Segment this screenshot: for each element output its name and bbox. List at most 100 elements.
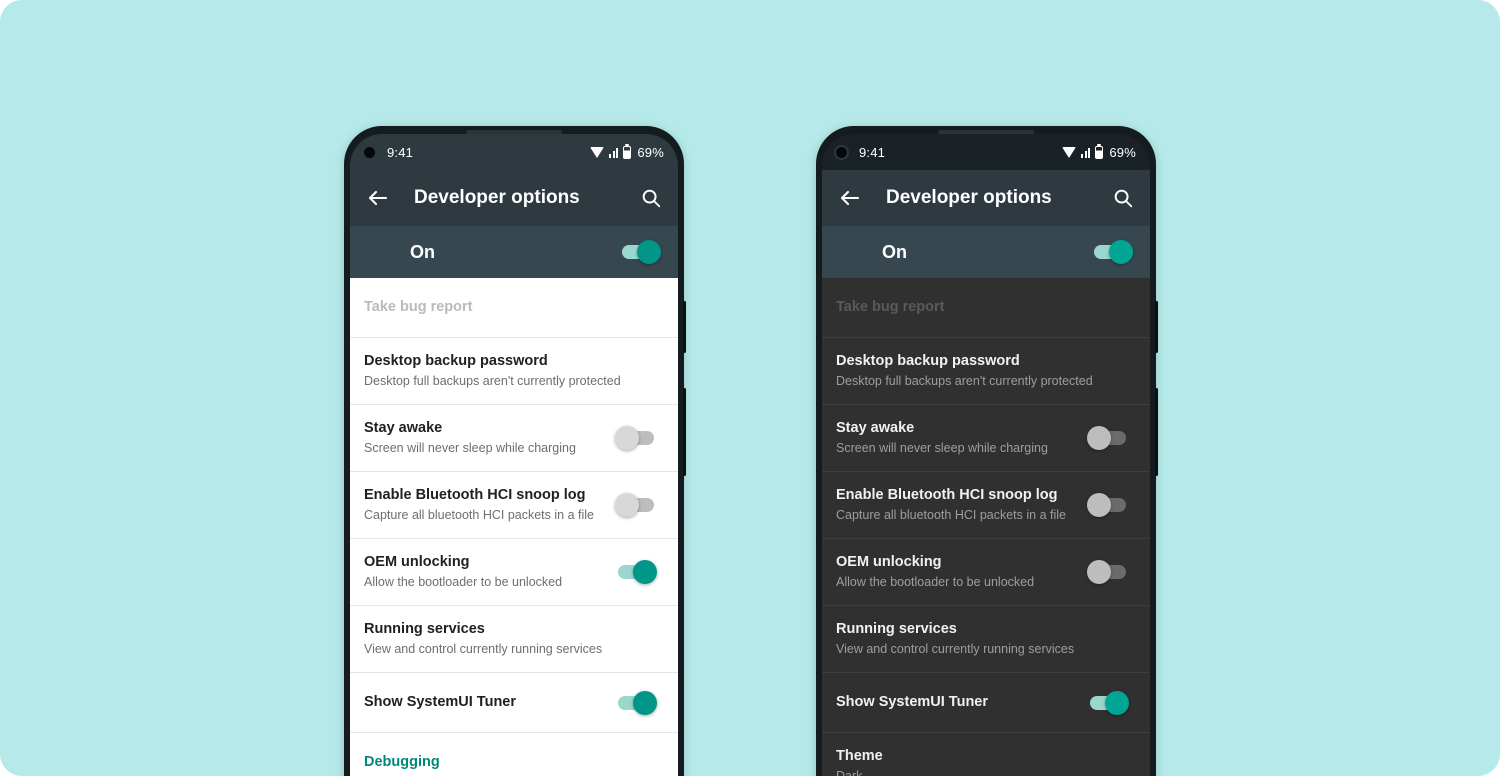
signal-icon <box>609 147 619 158</box>
list-item-subtitle: Allow the bootloader to be unlocked <box>836 574 1035 589</box>
list-item[interactable]: Show SystemUI Tuner <box>822 673 1150 734</box>
list-item-text: Desktop backup password Desktop full back… <box>836 352 1126 390</box>
search-icon[interactable] <box>1112 187 1134 209</box>
list-item-text: Running services View and control current… <box>836 620 1126 658</box>
status-bar-clock: 9:41 <box>387 144 414 160</box>
list-item-text: Enable Bluetooth HCI snoop log Capture al… <box>836 486 1078 524</box>
status-bar-icons: 69% <box>1062 145 1136 160</box>
list-item-switch[interactable] <box>618 690 657 715</box>
list-item[interactable]: Running services View and control current… <box>822 606 1150 674</box>
phone-light: 9:41 69% Developer options On Take bug repor… <box>344 126 686 776</box>
wifi-icon <box>590 146 605 158</box>
power-button[interactable] <box>1155 388 1158 476</box>
list-item-text: Stay awake Screen will never sleep while … <box>364 419 606 457</box>
list-item-subtitle: Allow the bootloader to be unlocked <box>364 574 563 589</box>
page-root: 9:41 69% Developer options On Take bug repor… <box>0 0 1500 776</box>
list-item-text: OEM unlocking Allow the bootloader to be … <box>364 553 606 591</box>
phone-screen: 9:41 69% Developer options On Take bug repor… <box>822 134 1150 776</box>
master-toggle-switch[interactable] <box>1094 240 1133 264</box>
list-item-title: Running services <box>836 621 957 638</box>
list-item-text: Stay awake Screen will never sleep while … <box>836 419 1078 457</box>
status-bar: 9:41 69% <box>822 134 1150 170</box>
master-toggle-switch[interactable] <box>622 240 661 264</box>
list-item[interactable]: Enable Bluetooth HCI snoop log Capture al… <box>822 472 1150 540</box>
developer-options-master-row: On <box>822 226 1150 278</box>
list-item[interactable]: OEM unlocking Allow the bootloader to be … <box>350 539 678 607</box>
list-item-title: Running services <box>364 621 485 638</box>
search-icon[interactable] <box>640 187 662 209</box>
list-item-subtitle: Screen will never sleep while charging <box>836 440 1048 455</box>
list-item[interactable]: OEM unlocking Allow the bootloader to be … <box>822 539 1150 607</box>
arrow-back-icon[interactable] <box>366 186 390 210</box>
list-item[interactable]: Debugging <box>350 733 678 776</box>
list-item-title: Theme <box>836 748 883 765</box>
list-item-text: Desktop backup password Desktop full back… <box>364 352 654 390</box>
battery-icon <box>623 145 632 159</box>
list-item-switch[interactable] <box>615 426 654 451</box>
battery-icon <box>1095 145 1104 159</box>
list-item-title: OEM unlocking <box>836 554 942 571</box>
list-item-switch[interactable] <box>1087 493 1126 518</box>
list-item-subtitle: Desktop full backups aren't currently pr… <box>364 373 621 388</box>
list-item-text: Theme Dark <box>836 747 1126 776</box>
list-item-title: Stay awake <box>364 420 443 437</box>
list-item-text: Take bug report <box>364 298 654 318</box>
list-item-title: Show SystemUI Tuner <box>364 694 517 711</box>
list-item-subtitle: View and control currently running servi… <box>836 641 1075 656</box>
list-item-text: Enable Bluetooth HCI snoop log Capture al… <box>364 486 606 524</box>
volume-button[interactable] <box>1155 301 1158 353</box>
list-item[interactable]: Stay awake Screen will never sleep while … <box>350 405 678 473</box>
list-item-switch[interactable] <box>1087 426 1126 451</box>
list-item-title: Take bug report <box>836 298 945 315</box>
app-bar: Developer options <box>350 170 678 226</box>
settings-list: Take bug report Desktop backup password De… <box>350 278 678 776</box>
page-title: Developer options <box>886 187 1052 208</box>
list-item-title: Take bug report <box>364 298 473 315</box>
list-item[interactable]: Take bug report <box>822 278 1150 338</box>
list-item-title: Stay awake <box>836 420 915 437</box>
list-item-title: OEM unlocking <box>364 554 470 571</box>
phone-dark: 9:41 69% Developer options On Take bug repor… <box>816 126 1158 776</box>
list-item-title: Debugging <box>364 754 440 771</box>
master-toggle-label: On <box>882 241 907 262</box>
power-button[interactable] <box>683 388 686 476</box>
list-item-text: Show SystemUI Tuner <box>364 693 606 713</box>
volume-button[interactable] <box>683 301 686 353</box>
list-item-switch[interactable] <box>1087 560 1126 585</box>
front-camera-punch-hole <box>362 144 377 160</box>
list-item[interactable]: Show SystemUI Tuner <box>350 673 678 734</box>
list-item[interactable]: Stay awake Screen will never sleep while … <box>822 405 1150 473</box>
front-camera-punch-hole <box>834 144 849 160</box>
settings-list: Take bug report Desktop backup password De… <box>822 278 1150 776</box>
list-item[interactable]: Theme Dark <box>822 733 1150 776</box>
list-item-subtitle: Capture all bluetooth HCI packets in a f… <box>364 507 594 522</box>
developer-options-master-row: On <box>350 226 678 278</box>
list-item-switch[interactable] <box>615 493 654 518</box>
list-item[interactable]: Take bug report <box>350 278 678 338</box>
arrow-back-icon[interactable] <box>838 186 862 210</box>
app-bar: Developer options <box>822 170 1150 226</box>
list-item-subtitle: Screen will never sleep while charging <box>364 440 576 455</box>
list-item-switch[interactable] <box>618 560 657 585</box>
battery-percent-label: 69% <box>1109 144 1136 160</box>
phone-screen: 9:41 69% Developer options On Take bug repor… <box>350 134 678 776</box>
list-item[interactable]: Running services View and control current… <box>350 606 678 674</box>
list-item-subtitle: Desktop full backups aren't currently pr… <box>836 373 1093 388</box>
list-item[interactable]: Desktop backup password Desktop full back… <box>822 338 1150 406</box>
signal-icon <box>1081 147 1091 158</box>
status-bar-icons: 69% <box>590 145 664 160</box>
list-item-text: Running services View and control current… <box>364 620 654 658</box>
list-item-title: Enable Bluetooth HCI snoop log <box>364 487 586 504</box>
list-item-subtitle: View and control currently running servi… <box>364 641 603 656</box>
list-item-subtitle: Capture all bluetooth HCI packets in a f… <box>836 507 1066 522</box>
list-item-title: Desktop backup password <box>364 353 548 369</box>
list-item-text: OEM unlocking Allow the bootloader to be … <box>836 553 1078 591</box>
list-item-switch[interactable] <box>1090 690 1129 715</box>
list-item[interactable]: Desktop backup password Desktop full back… <box>350 338 678 406</box>
list-item-text: Debugging <box>364 753 654 773</box>
list-item-text: Take bug report <box>836 298 1126 318</box>
list-item-title: Desktop backup password <box>836 353 1020 369</box>
list-item-title: Show SystemUI Tuner <box>836 694 989 711</box>
list-item[interactable]: Enable Bluetooth HCI snoop log Capture al… <box>350 472 678 540</box>
status-bar-clock: 9:41 <box>859 144 886 160</box>
